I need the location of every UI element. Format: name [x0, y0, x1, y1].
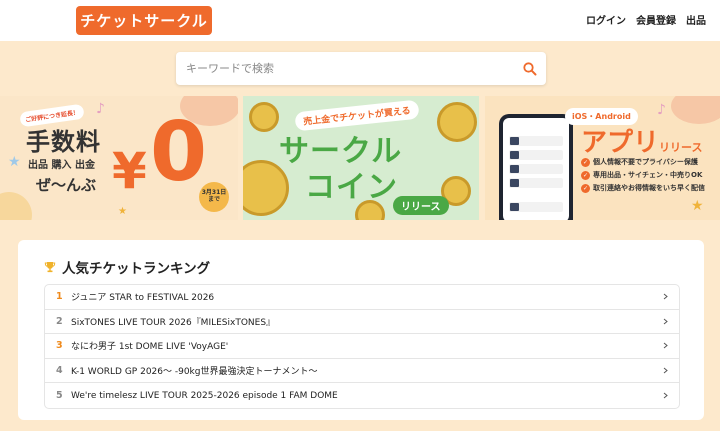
feature-item: 取引連絡やお得情報をいち早く配信 [581, 183, 705, 193]
site-logo[interactable]: チケットサークル [76, 6, 212, 35]
chevron-right-icon [663, 318, 668, 325]
feature-item: 個人情報不要でプライバシー保護 [581, 157, 698, 167]
ranking-item[interactable]: 3 なにわ男子 1st DOME LIVE 'VoyAGE' [45, 334, 679, 359]
star-icon: ★ [691, 198, 704, 214]
sell-link[interactable]: 出品 [686, 12, 706, 27]
release-badge: リリース [393, 196, 449, 215]
ranking-item[interactable]: 2 SixTONES LIVE TOUR 2026『MILESixTONES』 [45, 310, 679, 335]
coin-icon [249, 102, 279, 132]
rank-number: 1 [56, 291, 63, 303]
event-name: SixTONES LIVE TOUR 2026『MILESixTONES』 [71, 317, 276, 328]
feature-item: 専用出品・サイチェン・中売りOK [581, 170, 702, 180]
event-name: We're timelesz LIVE TOUR 2025-2026 episo… [71, 390, 338, 401]
search-icon[interactable] [522, 61, 538, 77]
coin-icon [437, 102, 477, 142]
event-name: なにわ男子 1st DOME LIVE 'VoyAGE' [71, 342, 229, 353]
ranking-item[interactable]: 1 ジュニア STAR to FESTIVAL 2026 [45, 285, 679, 310]
banner-app-release[interactable]: ♪ ★ iOS・Android アプリリリース 個人情報不要でプライバシー保護 … [485, 96, 720, 220]
chevron-right-icon [663, 392, 668, 399]
trophy-icon [44, 262, 56, 273]
search-bar [176, 52, 546, 85]
decor-shape [0, 192, 32, 220]
chevron-right-icon [663, 293, 668, 300]
chevron-right-icon [663, 367, 668, 374]
music-note-icon: ♪ [657, 102, 666, 118]
yen-symbol: ¥ [112, 142, 147, 200]
banner-title: アプリリリース [581, 128, 703, 158]
rank-number: 4 [56, 365, 63, 377]
banner-circle-coin[interactable]: 売上金でチケットが買える サークル コイン リリース [243, 96, 479, 220]
banner-subtitle-2: ぜ〜んぶ [36, 176, 97, 194]
star-icon: ★ [8, 154, 21, 170]
ticket-ranking-panel: 人気チケットランキング 1 ジュニア STAR to FESTIVAL 2026… [18, 240, 704, 420]
banner-title-line2: コイン [305, 170, 398, 205]
decor-shape [671, 96, 720, 124]
ranking-header: 人気チケットランキング [44, 257, 210, 277]
event-name: K-1 WORLD GP 2026〜 -90kg世界最強決定トーナメント〜 [71, 367, 318, 378]
zero-figure: 0 [150, 105, 208, 200]
rank-number: 2 [56, 315, 63, 327]
header-nav: ログイン 会員登録 出品 [586, 12, 706, 27]
ranking-item[interactable]: 5 We're timelesz LIVE TOUR 2025-2026 epi… [45, 383, 679, 408]
banner-title: 手数料 [26, 128, 101, 156]
rank-number: 5 [56, 390, 63, 402]
event-name: ジュニア STAR to FESTIVAL 2026 [71, 293, 215, 304]
music-note-icon: ♪ [96, 101, 105, 117]
rank-number: 3 [56, 340, 63, 352]
star-icon: ★ [118, 206, 127, 217]
ranking-item[interactable]: 4 K-1 WORLD GP 2026〜 -90kg世界最強決定トーナメント〜 [45, 359, 679, 384]
ranking-list: 1 ジュニア STAR to FESTIVAL 2026 2 SixTONES … [44, 284, 680, 409]
register-link[interactable]: 会員登録 [636, 12, 676, 27]
deadline-badge: 3月31日 まで [199, 182, 229, 212]
banner-subtitle: 出品 購入 出金 [28, 160, 95, 171]
ranking-title: 人気チケットランキング [62, 261, 211, 277]
chevron-right-icon [663, 343, 668, 349]
login-link[interactable]: ログイン [586, 12, 626, 27]
site-header: チケットサークル ログイン 会員登録 出品 [0, 0, 720, 41]
banner-fee-zero[interactable]: ★ ♪ ★ ご好評につき延長！ 手数料 出品 購入 出金 ぜ〜んぶ ¥ 0 3月… [0, 96, 238, 220]
banner-carousel: ★ ♪ ★ ご好評につき延長！ 手数料 出品 購入 出金 ぜ〜んぶ ¥ 0 3月… [0, 96, 720, 220]
search-input[interactable] [176, 52, 516, 85]
